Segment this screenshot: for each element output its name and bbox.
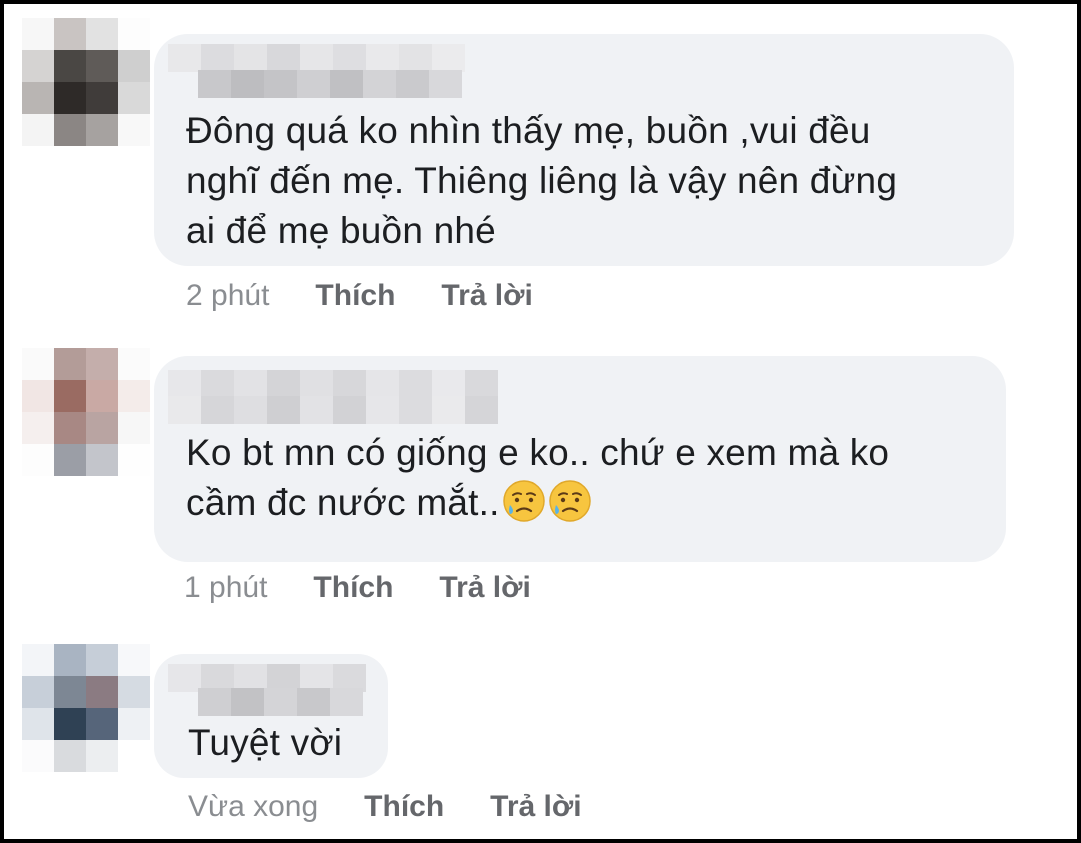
- comment-text: Ko bt mn có giống e ko.. chứ e xem mà ko…: [186, 428, 889, 528]
- comment-actions: 1 phút Thích Trả lời: [184, 571, 531, 605]
- avatar[interactable]: [22, 348, 150, 476]
- comment-time[interactable]: Vừa xong: [188, 790, 318, 824]
- avatar[interactable]: [22, 18, 150, 146]
- comment-text: Tuyệt vời: [188, 722, 343, 763]
- comment-actions: Vừa xong Thích Trả lời: [188, 790, 582, 824]
- like-button[interactable]: Thích: [313, 571, 393, 605]
- reply-button[interactable]: Trả lời: [490, 790, 581, 824]
- comment-time[interactable]: 1 phút: [184, 571, 267, 605]
- commenter-name-blurred[interactable]: [168, 370, 498, 398]
- commenter-name-blurred-2: [198, 688, 363, 716]
- like-button[interactable]: Thích: [315, 279, 395, 313]
- avatar[interactable]: [22, 644, 150, 772]
- reply-button[interactable]: Trả lời: [441, 279, 532, 313]
- comment-actions: 2 phút Thích Trả lời: [186, 279, 533, 313]
- sad-but-relieved-face-icon: [548, 480, 591, 522]
- sad-but-relieved-face-icon: [502, 480, 545, 522]
- screenshot-frame: Đông quá ko nhìn thấy mẹ, buồn ,vui đều …: [0, 0, 1081, 843]
- comment-time[interactable]: 2 phút: [186, 279, 269, 313]
- comment-bubble: Đông quá ko nhìn thấy mẹ, buồn ,vui đều …: [154, 34, 1014, 266]
- commenter-name-blurred-2: [168, 396, 498, 424]
- reply-button[interactable]: Trả lời: [439, 571, 530, 605]
- comment-text: Đông quá ko nhìn thấy mẹ, buồn ,vui đều …: [186, 110, 898, 251]
- commenter-name-blurred-2: [198, 70, 462, 98]
- like-button[interactable]: Thích: [364, 790, 444, 824]
- commenter-name-blurred[interactable]: [168, 44, 465, 72]
- comment-bubble: Ko bt mn có giống e ko.. chứ e xem mà ko…: [154, 356, 1006, 562]
- comment-bubble: Tuyệt vời: [154, 654, 388, 778]
